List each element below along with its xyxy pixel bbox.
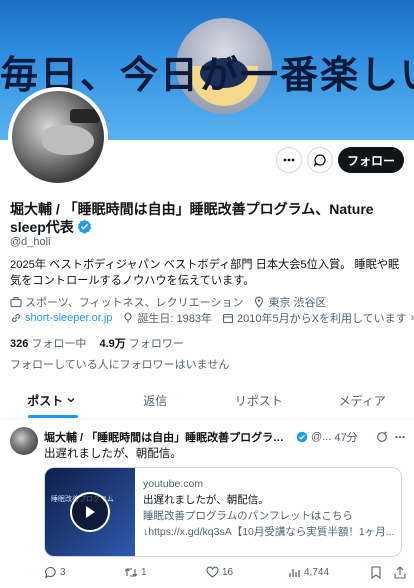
profile-meta-row-1: スポーツ、フィットネス、レクリエーション 東京 渋谷区: [10, 294, 406, 310]
tab-posts[interactable]: ポスト: [0, 382, 104, 418]
repost-button[interactable]: 1: [124, 566, 206, 579]
profile-name: 堀大輔 / 「睡眠時間は自由」睡眠改善プログラム、Nature sleep代表: [10, 201, 374, 235]
profile-bio: 2025年 ベストボディジャパン ベストボディ部門 日本大会5位入賞。 睡眠や眠…: [10, 259, 400, 287]
verified-badge-icon: [296, 431, 308, 443]
post-extra-actions: [370, 566, 406, 579]
post-header-icons: [376, 431, 406, 443]
share-icon[interactable]: [394, 566, 406, 579]
followers-stat[interactable]: 4.9万 フォロワー: [99, 338, 183, 350]
avatar-dumbbell: [70, 109, 100, 123]
follow-button[interactable]: フォロー: [338, 147, 404, 173]
birth-item: 誕生日: 1983年: [122, 310, 212, 326]
post-actions: 3 1 16 4,744: [44, 566, 406, 579]
card-title: 出遅れましたが、朝配信。: [143, 494, 269, 506]
tab-replies-label: 返信: [143, 393, 168, 408]
category-item: スポーツ、フィットネス、レクリエーション: [10, 294, 243, 310]
grok-icon[interactable]: [376, 431, 388, 443]
following-stat[interactable]: 326 フォロー中: [10, 338, 86, 350]
heart-icon: [206, 566, 219, 578]
active-tab-indicator: [28, 415, 78, 418]
location-pin-icon: [255, 296, 264, 308]
verified-badge-icon[interactable]: [77, 219, 92, 234]
balloon-icon: [124, 312, 132, 323]
profile-handle: @d_holi: [10, 236, 51, 248]
like-button[interactable]: 16: [206, 566, 288, 579]
profile-meta-row-2: short-sleeper.or.jp 誕生日: 1983年 2010年5月から…: [10, 310, 414, 326]
play-icon[interactable]: [70, 492, 110, 532]
reply-button[interactable]: 3: [44, 566, 124, 579]
card-thumbnail[interactable]: 睡眠改善プログラム: [45, 468, 135, 556]
tab-media-label: メディア: [338, 393, 386, 408]
tab-reposts[interactable]: リポスト: [207, 382, 311, 418]
card-body: youtube.com 出遅れましたが、朝配信。 睡眠改善プログラムのパンフレッ…: [135, 468, 401, 556]
post-author-name[interactable]: 堀大輔 / 「睡眠時間は自由」睡眠改善プログラム、: [44, 429, 294, 445]
location-item: 東京 渋谷区: [253, 294, 327, 310]
profile-name-block: 堀大輔 / 「睡眠時間は自由」睡眠改善プログラム、Nature sleep代表: [10, 200, 408, 236]
post-time[interactable]: 47分: [334, 429, 357, 445]
link-card[interactable]: 睡眠改善プログラム youtube.com 出遅れましたが、朝配信。 睡眠改善プ…: [44, 467, 402, 557]
tab-reposts-label: リポスト: [234, 393, 283, 408]
post-header: 堀大輔 / 「睡眠時間は自由」睡眠改善プログラム、 @... 47分: [44, 429, 406, 445]
joined-item: 2010年5月からXを利用しています ›: [222, 310, 414, 326]
reply-count: 3: [60, 567, 66, 578]
followers-count: 4.9万: [99, 338, 126, 350]
like-count: 16: [222, 567, 234, 578]
analytics-icon: [289, 569, 300, 577]
views-button[interactable]: 4,744: [288, 566, 368, 579]
location-text: 東京 渋谷区: [268, 297, 327, 309]
following-count: 326: [10, 338, 29, 350]
card-desc-line-2: ↓https://x.gd/kq3sA【10月受講なら実質半額！1ヶ月...: [143, 526, 395, 538]
tab-media[interactable]: メディア: [311, 382, 414, 418]
link-icon: [11, 313, 21, 323]
followers-label: フォロワー: [128, 338, 184, 350]
tab-posts-label: ポスト: [27, 393, 64, 408]
more-options-button[interactable]: [276, 147, 302, 173]
post-author-handle[interactable]: @...: [311, 431, 331, 443]
repost-count: 1: [141, 567, 147, 578]
calendar-icon: [222, 313, 234, 324]
chevron-down-icon: [67, 398, 75, 403]
website-item[interactable]: short-sleeper.or.jp: [10, 312, 112, 324]
chat-bubble-icon: [313, 154, 326, 167]
reply-icon: [45, 566, 56, 579]
chevron-right-icon[interactable]: ›: [411, 312, 414, 324]
repost-icon: [124, 568, 138, 577]
website-link[interactable]: short-sleeper.or.jp: [25, 312, 112, 324]
following-label: フォロー中: [31, 338, 87, 350]
post-avatar[interactable]: [10, 427, 38, 455]
views-count: 4,744: [304, 567, 330, 578]
mutual-followers-notice: フォローしている人にフォロワーはいません: [10, 359, 230, 371]
avatar-arm: [42, 125, 94, 155]
grok-button[interactable]: [307, 147, 333, 173]
tab-replies[interactable]: 返信: [104, 382, 208, 418]
profile-avatar[interactable]: [8, 87, 108, 187]
category-text: スポーツ、フィットネス、レクリエーション: [25, 297, 244, 309]
profile-tabs: ポスト 返信 リポスト メディア: [0, 382, 414, 419]
bookmark-icon[interactable]: [370, 566, 382, 579]
post-text: 出遅れましたが、朝配信。: [44, 448, 182, 460]
more-icon[interactable]: [394, 431, 406, 443]
birth-text: 誕生日: 1983年: [137, 313, 213, 325]
follow-stats: 326 フォロー中 4.9万 フォロワー: [10, 335, 184, 351]
card-domain: youtube.com: [143, 478, 204, 490]
card-desc-line-1: 睡眠改善プログラムのパンフレットはこちら: [143, 510, 353, 522]
joined-text: 2010年5月からXを利用しています: [237, 313, 407, 325]
more-icon: [283, 158, 295, 162]
briefcase-icon: [10, 297, 22, 308]
